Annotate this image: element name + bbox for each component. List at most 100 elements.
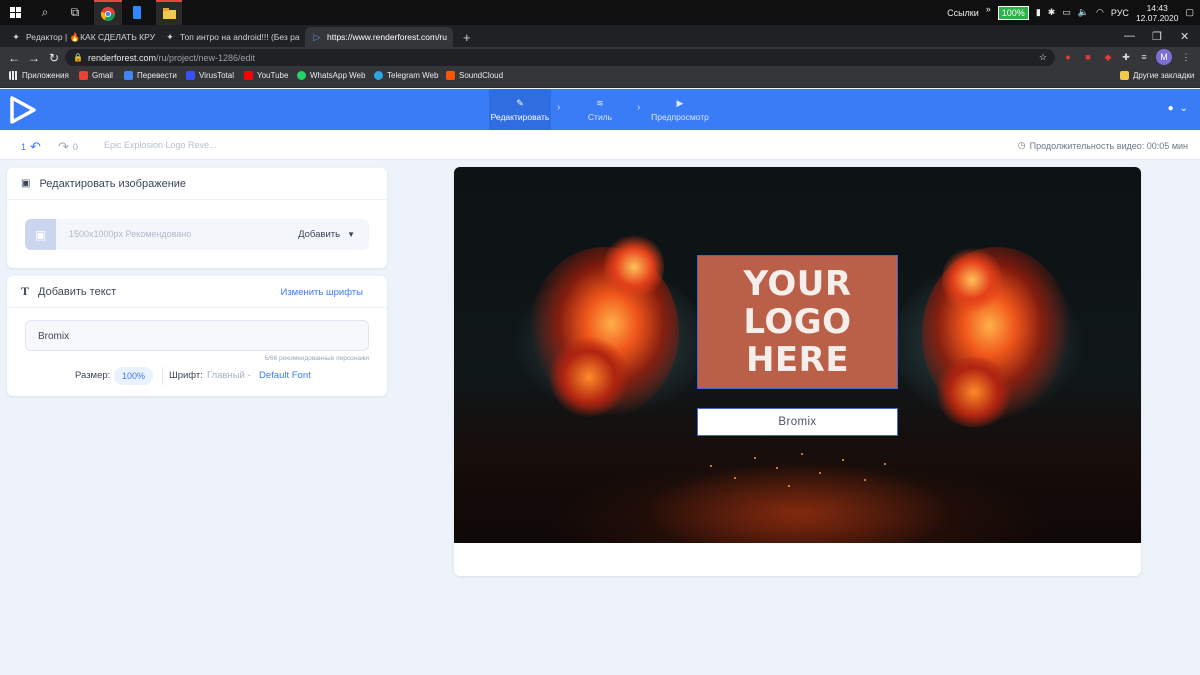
duration-text: Продолжительность видео: 00:05 мин: [1029, 140, 1188, 151]
image-uploader[interactable]: ▣ 1500x1000px Рекомендовано Добавить ▼: [25, 219, 369, 250]
explorer-taskbar-icon[interactable]: [156, 0, 182, 25]
app-taskbar-icon[interactable]: [126, 0, 148, 25]
bookmark-label: WhatsApp Web: [310, 71, 366, 80]
bookmark-telegram[interactable]: Telegram Web: [374, 71, 438, 80]
spark: [776, 467, 778, 469]
extension-icon-1[interactable]: ●: [1060, 49, 1076, 65]
minimize-icon[interactable]: —: [1124, 25, 1135, 47]
bookmark-virustotal[interactable]: VirusTotal: [186, 71, 234, 80]
spark: [788, 485, 790, 487]
star-icon[interactable]: ☆: [1039, 52, 1047, 63]
bookmark-whatsapp[interactable]: WhatsApp Web: [297, 71, 365, 80]
image-placeholder-icon: ▣: [25, 219, 56, 250]
back-icon[interactable]: ←: [4, 51, 24, 65]
clock-time: 14:43: [1146, 2, 1168, 13]
chevron-right-icon: ›: [557, 102, 561, 113]
bookmark-translate[interactable]: Перевести: [124, 71, 177, 80]
bookmark-gmail[interactable]: Gmail: [79, 71, 113, 80]
renderforest-icon: ✦: [12, 31, 20, 42]
clock-icon: ◷: [1017, 140, 1026, 150]
forward-icon[interactable]: →: [24, 51, 44, 65]
video-preview[interactable]: YOUR LOGO HERE Bromix: [454, 167, 1141, 543]
font-label: Шрифт:: [169, 370, 203, 381]
tab-title: Топ интро на android!!! (Без ра: [180, 32, 300, 42]
image-icon: ▣: [21, 178, 31, 189]
battery-percent: 100%: [997, 5, 1029, 20]
renderforest-logo[interactable]: [10, 96, 36, 124]
wifi-icon[interactable]: ◠: [1096, 7, 1104, 18]
network-icon[interactable]: ▭: [1062, 7, 1071, 18]
windows-start-icon[interactable]: [4, 0, 26, 25]
step-label: Стиль: [587, 111, 613, 122]
step-label: Редактировать: [490, 111, 550, 122]
extension-icon-3[interactable]: ◆: [1100, 49, 1116, 65]
step-style[interactable]: ≋ Стиль: [578, 89, 622, 130]
more-chevron-icon[interactable]: »: [986, 4, 991, 14]
bookmark-youtube[interactable]: YouTube: [244, 71, 288, 80]
task-view-icon[interactable]: ⧉: [64, 0, 86, 25]
pencil-icon: ✎: [516, 97, 524, 108]
battery-icon[interactable]: ▮: [1036, 7, 1041, 18]
search-icon[interactable]: ⌕: [34, 0, 56, 25]
bookmark-label: Gmail: [92, 71, 113, 80]
maximize-icon[interactable]: ❐: [1152, 25, 1162, 47]
browser-tab-2[interactable]: ✦ Топ интро на android!!! (Без ра ✕: [158, 27, 304, 47]
user-menu[interactable]: ● ⌄: [1168, 103, 1188, 114]
logo-placeholder[interactable]: YOUR LOGO HERE: [697, 255, 898, 389]
panel-title: Редактировать изображение: [39, 177, 187, 190]
editor-subbar: 1 ↶ ↷ 0 Epic Explosion Logo Reve... ◷ Пр…: [0, 130, 1200, 160]
add-text-panel: T Добавить текст Изменить шрифты Bromix …: [7, 276, 387, 396]
clock[interactable]: 14:43 12.07.2020: [1136, 3, 1179, 23]
explosion-left-flare: [604, 232, 664, 302]
divider: [162, 367, 163, 385]
menu-dots-icon[interactable]: ⋮: [1178, 49, 1194, 65]
other-bookmarks[interactable]: Другие закладки: [1120, 71, 1194, 80]
bookmark-soundcloud[interactable]: SoundCloud: [446, 71, 503, 80]
step-edit[interactable]: ✎ Редактировать: [489, 89, 551, 130]
caret-down-icon: ▼: [347, 230, 355, 239]
bookmark-label: YouTube: [257, 71, 289, 80]
links-label[interactable]: Ссылки: [947, 8, 979, 18]
step-preview[interactable]: ▶ Предпросмотр: [646, 89, 714, 130]
text-field[interactable]: Bromix: [25, 320, 369, 351]
reload-icon[interactable]: ↻: [44, 51, 64, 65]
address-bar[interactable]: 🔒 renderforest.com /ru/project/new-1286/…: [65, 49, 1055, 66]
text-options-row: Размер: 100% Шрифт: Главный - Default Fo…: [7, 367, 387, 385]
plus-icon: +: [463, 29, 471, 45]
close-window-icon[interactable]: ✕: [1180, 25, 1189, 47]
new-tab-button[interactable]: +: [456, 27, 478, 47]
playlist-icon[interactable]: ≡: [1136, 49, 1152, 65]
preview-text-box[interactable]: Bromix: [697, 408, 898, 436]
redo-button[interactable]: ↷ 0: [58, 139, 78, 155]
spark: [864, 479, 866, 481]
spark: [884, 463, 886, 465]
browser-tab-1[interactable]: ✦ Редактор | 🔥КАК СДЕЛАТЬ КРУ ✕: [4, 27, 156, 47]
bookmark-label: Другие закладки: [1133, 71, 1195, 80]
notifications-icon[interactable]: ▢: [1185, 7, 1194, 18]
size-value[interactable]: 100%: [114, 367, 153, 385]
sound-icon[interactable]: 🔈: [1078, 7, 1089, 18]
edit-image-panel: ▣ Редактировать изображение ▣ 1500x1000p…: [7, 168, 387, 268]
keyboard-lang[interactable]: РУС: [1111, 8, 1129, 18]
panel-title: Добавить текст: [38, 285, 117, 298]
tab-title: Редактор | 🔥КАК СДЕЛАТЬ КРУ: [26, 31, 155, 42]
project-title[interactable]: Epic Explosion Logo Reve...: [104, 140, 217, 150]
puzzle-icon[interactable]: ✚: [1118, 49, 1134, 65]
undo-button[interactable]: 1 ↶: [21, 139, 41, 155]
bluetooth-icon[interactable]: ✱: [1048, 7, 1056, 18]
chrome-taskbar-icon[interactable]: [94, 0, 122, 25]
font-value[interactable]: Default Font: [259, 370, 311, 381]
add-image-button[interactable]: Добавить ▼: [298, 229, 355, 240]
change-fonts-link[interactable]: Изменить шрифты: [281, 287, 364, 298]
undo-icon: ↶: [30, 139, 41, 154]
extension-icon-2[interactable]: ■: [1080, 49, 1096, 65]
close-tab-icon[interactable]: ✕: [452, 32, 453, 43]
bookmark-apps[interactable]: Приложения: [9, 71, 69, 80]
preview-card: YOUR LOGO HERE Bromix: [454, 167, 1141, 576]
gmail-icon: [79, 71, 88, 80]
profile-avatar[interactable]: M: [1156, 49, 1172, 65]
system-tray: Ссылки » 100% ▮ ✱ ▭ 🔈 ◠ РУС 14:43 12.07.…: [947, 0, 1194, 25]
browser-tab-3[interactable]: ▷ https://www.renderforest.com/ru ✕: [305, 27, 453, 47]
spark: [754, 457, 756, 459]
bookmark-label: Приложения: [22, 71, 69, 80]
